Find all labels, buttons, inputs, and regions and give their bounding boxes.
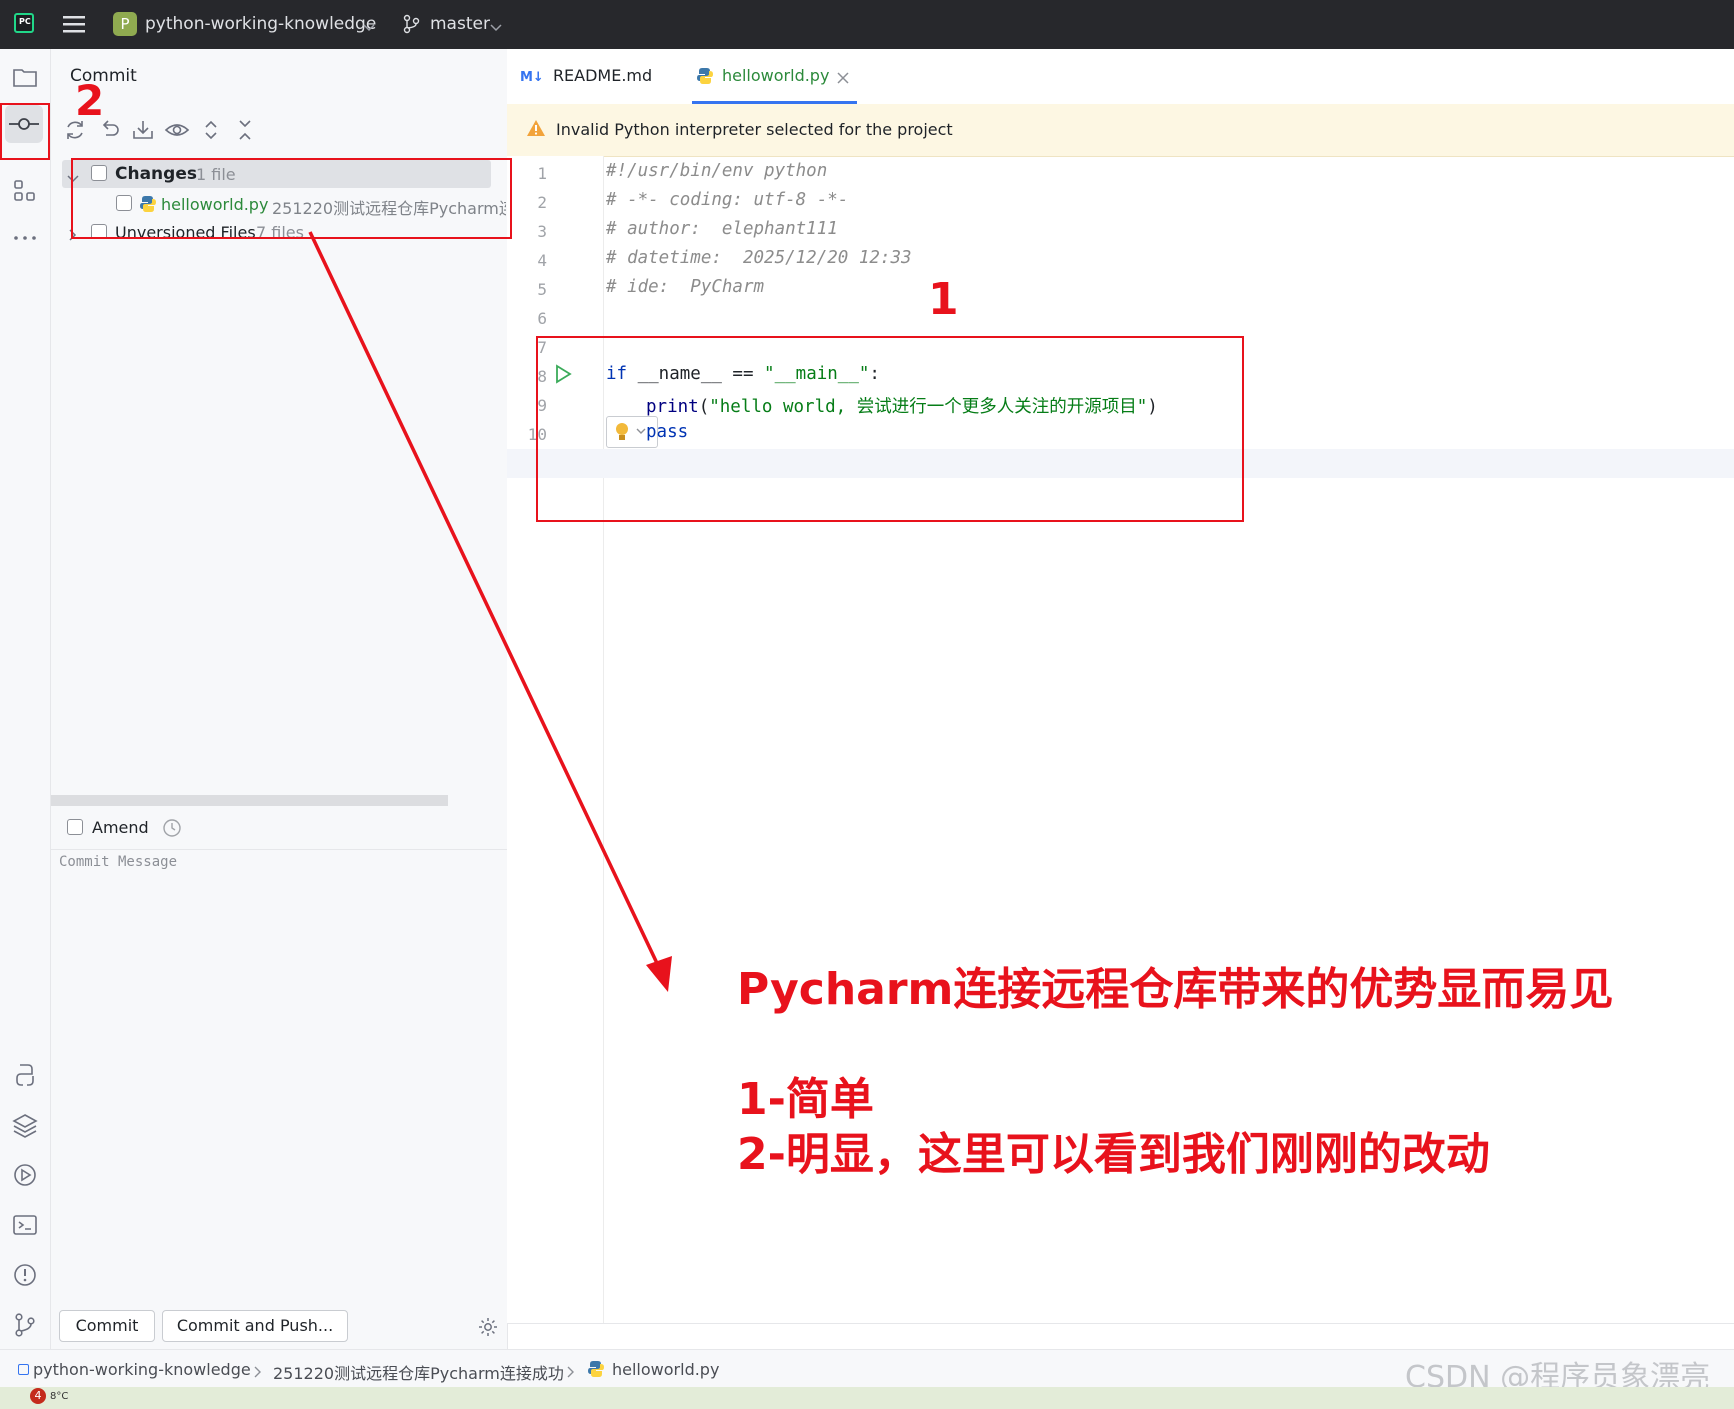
annotation-arrow: [308, 231, 672, 992]
annotation-point-2: 2-明显，这里可以看到我们刚刚的改动: [737, 1129, 1490, 1180]
annotation-headline: Pycharm连接远程仓库带来的优势显而易见: [737, 964, 1614, 1015]
